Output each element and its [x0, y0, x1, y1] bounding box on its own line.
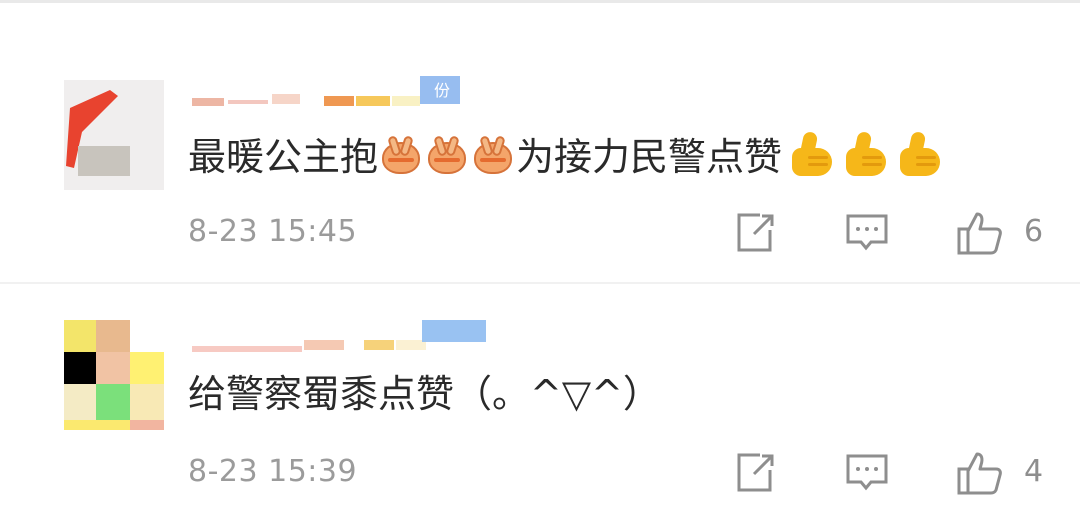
repost-icon: [737, 213, 774, 252]
timestamp: 8-23 15:45: [188, 214, 358, 249]
thumbs-up-icon: [786, 130, 836, 178]
thumbs-up-icon: [894, 130, 944, 178]
repost-button[interactable]: [732, 450, 778, 496]
like-icon: [957, 212, 1002, 255]
reply-button[interactable]: [844, 210, 890, 256]
repost-button[interactable]: [732, 210, 778, 256]
comment-divider: [0, 282, 1080, 284]
thumbs-up-icon: [840, 130, 890, 178]
clap-icon: [426, 135, 468, 176]
repost-icon: [737, 453, 774, 492]
like-count: 6: [1024, 214, 1044, 249]
like-count: 4: [1024, 454, 1044, 489]
like-button[interactable]: [956, 210, 1008, 256]
comment-text: 给警察蜀黍点赞（。^▽^）: [188, 372, 661, 416]
avatar[interactable]: [64, 80, 164, 190]
avatar[interactable]: [64, 320, 164, 430]
comment-text: 最暖公主抱 为接力民警点赞: [188, 130, 944, 181]
badge-text: 份: [434, 81, 450, 100]
comment-actions: 6: [730, 210, 1070, 256]
comment-item: 份 最暖公主抱 为接力民警点赞 8-23 15:45 6: [0, 60, 1080, 282]
comment-icon: [846, 214, 888, 251]
clap-icon: [380, 135, 422, 176]
clap-icon: [472, 135, 514, 176]
username-redacted[interactable]: [188, 312, 488, 352]
reply-button[interactable]: [844, 450, 890, 496]
comment-icon: [846, 454, 888, 491]
username-redacted[interactable]: 份: [188, 72, 488, 108]
comment-actions: 4: [730, 450, 1070, 496]
like-icon: [957, 452, 1002, 495]
top-divider: [0, 0, 1080, 3]
comment-item: 给警察蜀黍点赞（。^▽^） 8-23 15:39 4: [0, 300, 1080, 518]
timestamp: 8-23 15:39: [188, 454, 358, 489]
like-button[interactable]: [956, 450, 1008, 496]
